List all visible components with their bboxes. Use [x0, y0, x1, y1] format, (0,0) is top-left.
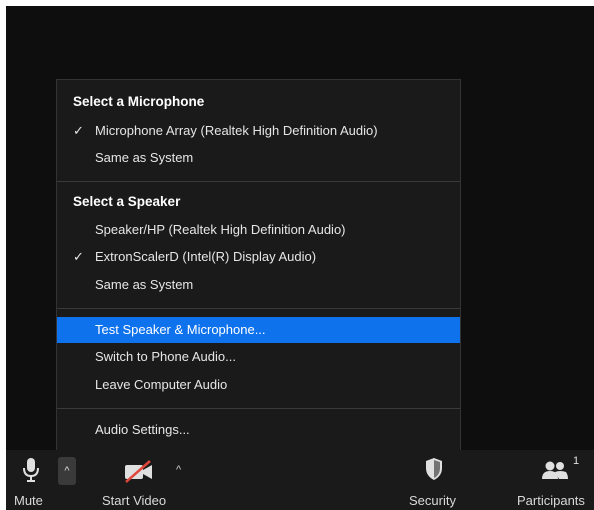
- menu-item-audio-settings[interactable]: Audio Settings...: [57, 417, 460, 443]
- check-icon: ✓: [73, 249, 84, 264]
- menu-item-label: Switch to Phone Audio...: [95, 349, 236, 364]
- mute-button[interactable]: Mute: [6, 450, 56, 510]
- participants-count: 1: [573, 455, 580, 467]
- menu-item-label: Test Speaker & Microphone...: [95, 322, 266, 337]
- microphone-section-header: Select a Microphone: [73, 94, 205, 109]
- participants-icon: [542, 461, 568, 479]
- menu-item-label: Leave Computer Audio: [95, 377, 228, 392]
- check-icon: ✓: [73, 123, 84, 138]
- mute-label: Mute: [14, 493, 43, 508]
- menu-item-speaker-hp[interactable]: Speaker/HP (Realtek High Definition Audi…: [57, 217, 460, 243]
- menu-divider: [57, 408, 460, 409]
- menu-item-leave-computer-audio[interactable]: Leave Computer Audio: [57, 372, 460, 398]
- security-button[interactable]: Security: [402, 450, 468, 510]
- video-off-icon: [125, 460, 152, 483]
- start-video-button[interactable]: Start Video: [96, 450, 186, 510]
- menu-item-label: Same as System: [95, 277, 194, 292]
- menu-item-mic-same-as-system[interactable]: Same as System: [57, 145, 460, 171]
- microphone-icon: [23, 458, 39, 482]
- menu-item-label: Same as System: [95, 150, 194, 165]
- menu-divider: [57, 308, 460, 309]
- menu-item-switch-to-phone-audio[interactable]: Switch to Phone Audio...: [57, 344, 460, 370]
- audio-options-menu: Select a Microphone ✓ Microphone Array (…: [56, 79, 461, 451]
- menu-item-label: Audio Settings...: [95, 422, 190, 437]
- shield-icon: [426, 458, 442, 480]
- menu-item-label: Microphone Array (Realtek High Definitio…: [95, 123, 378, 138]
- video-options-caret[interactable]: ^: [176, 464, 181, 476]
- menu-item-microphone-array[interactable]: ✓ Microphone Array (Realtek High Definit…: [57, 118, 460, 144]
- speaker-section-header: Select a Speaker: [73, 194, 181, 209]
- menu-divider: [57, 181, 460, 182]
- menu-item-label: Speaker/HP (Realtek High Definition Audi…: [95, 222, 346, 237]
- menu-item-label: ExtronScalerD (Intel(R) Display Audio): [95, 249, 317, 264]
- menu-item-test-speaker-microphone[interactable]: Test Speaker & Microphone...: [57, 317, 460, 343]
- participants-label: Participants: [517, 493, 585, 508]
- security-label: Security: [409, 493, 456, 508]
- menu-item-speaker-same-as-system[interactable]: Same as System: [57, 272, 460, 298]
- meeting-toolbar: Mute ^ Start Video ^ Security 1 Particip…: [6, 450, 594, 510]
- audio-options-caret-button[interactable]: ^: [58, 457, 76, 485]
- start-video-label: Start Video: [102, 493, 167, 508]
- participants-button[interactable]: 1 Participants: [512, 450, 594, 510]
- menu-item-extron-scaler[interactable]: ✓ ExtronScalerD (Intel(R) Display Audio): [57, 244, 460, 270]
